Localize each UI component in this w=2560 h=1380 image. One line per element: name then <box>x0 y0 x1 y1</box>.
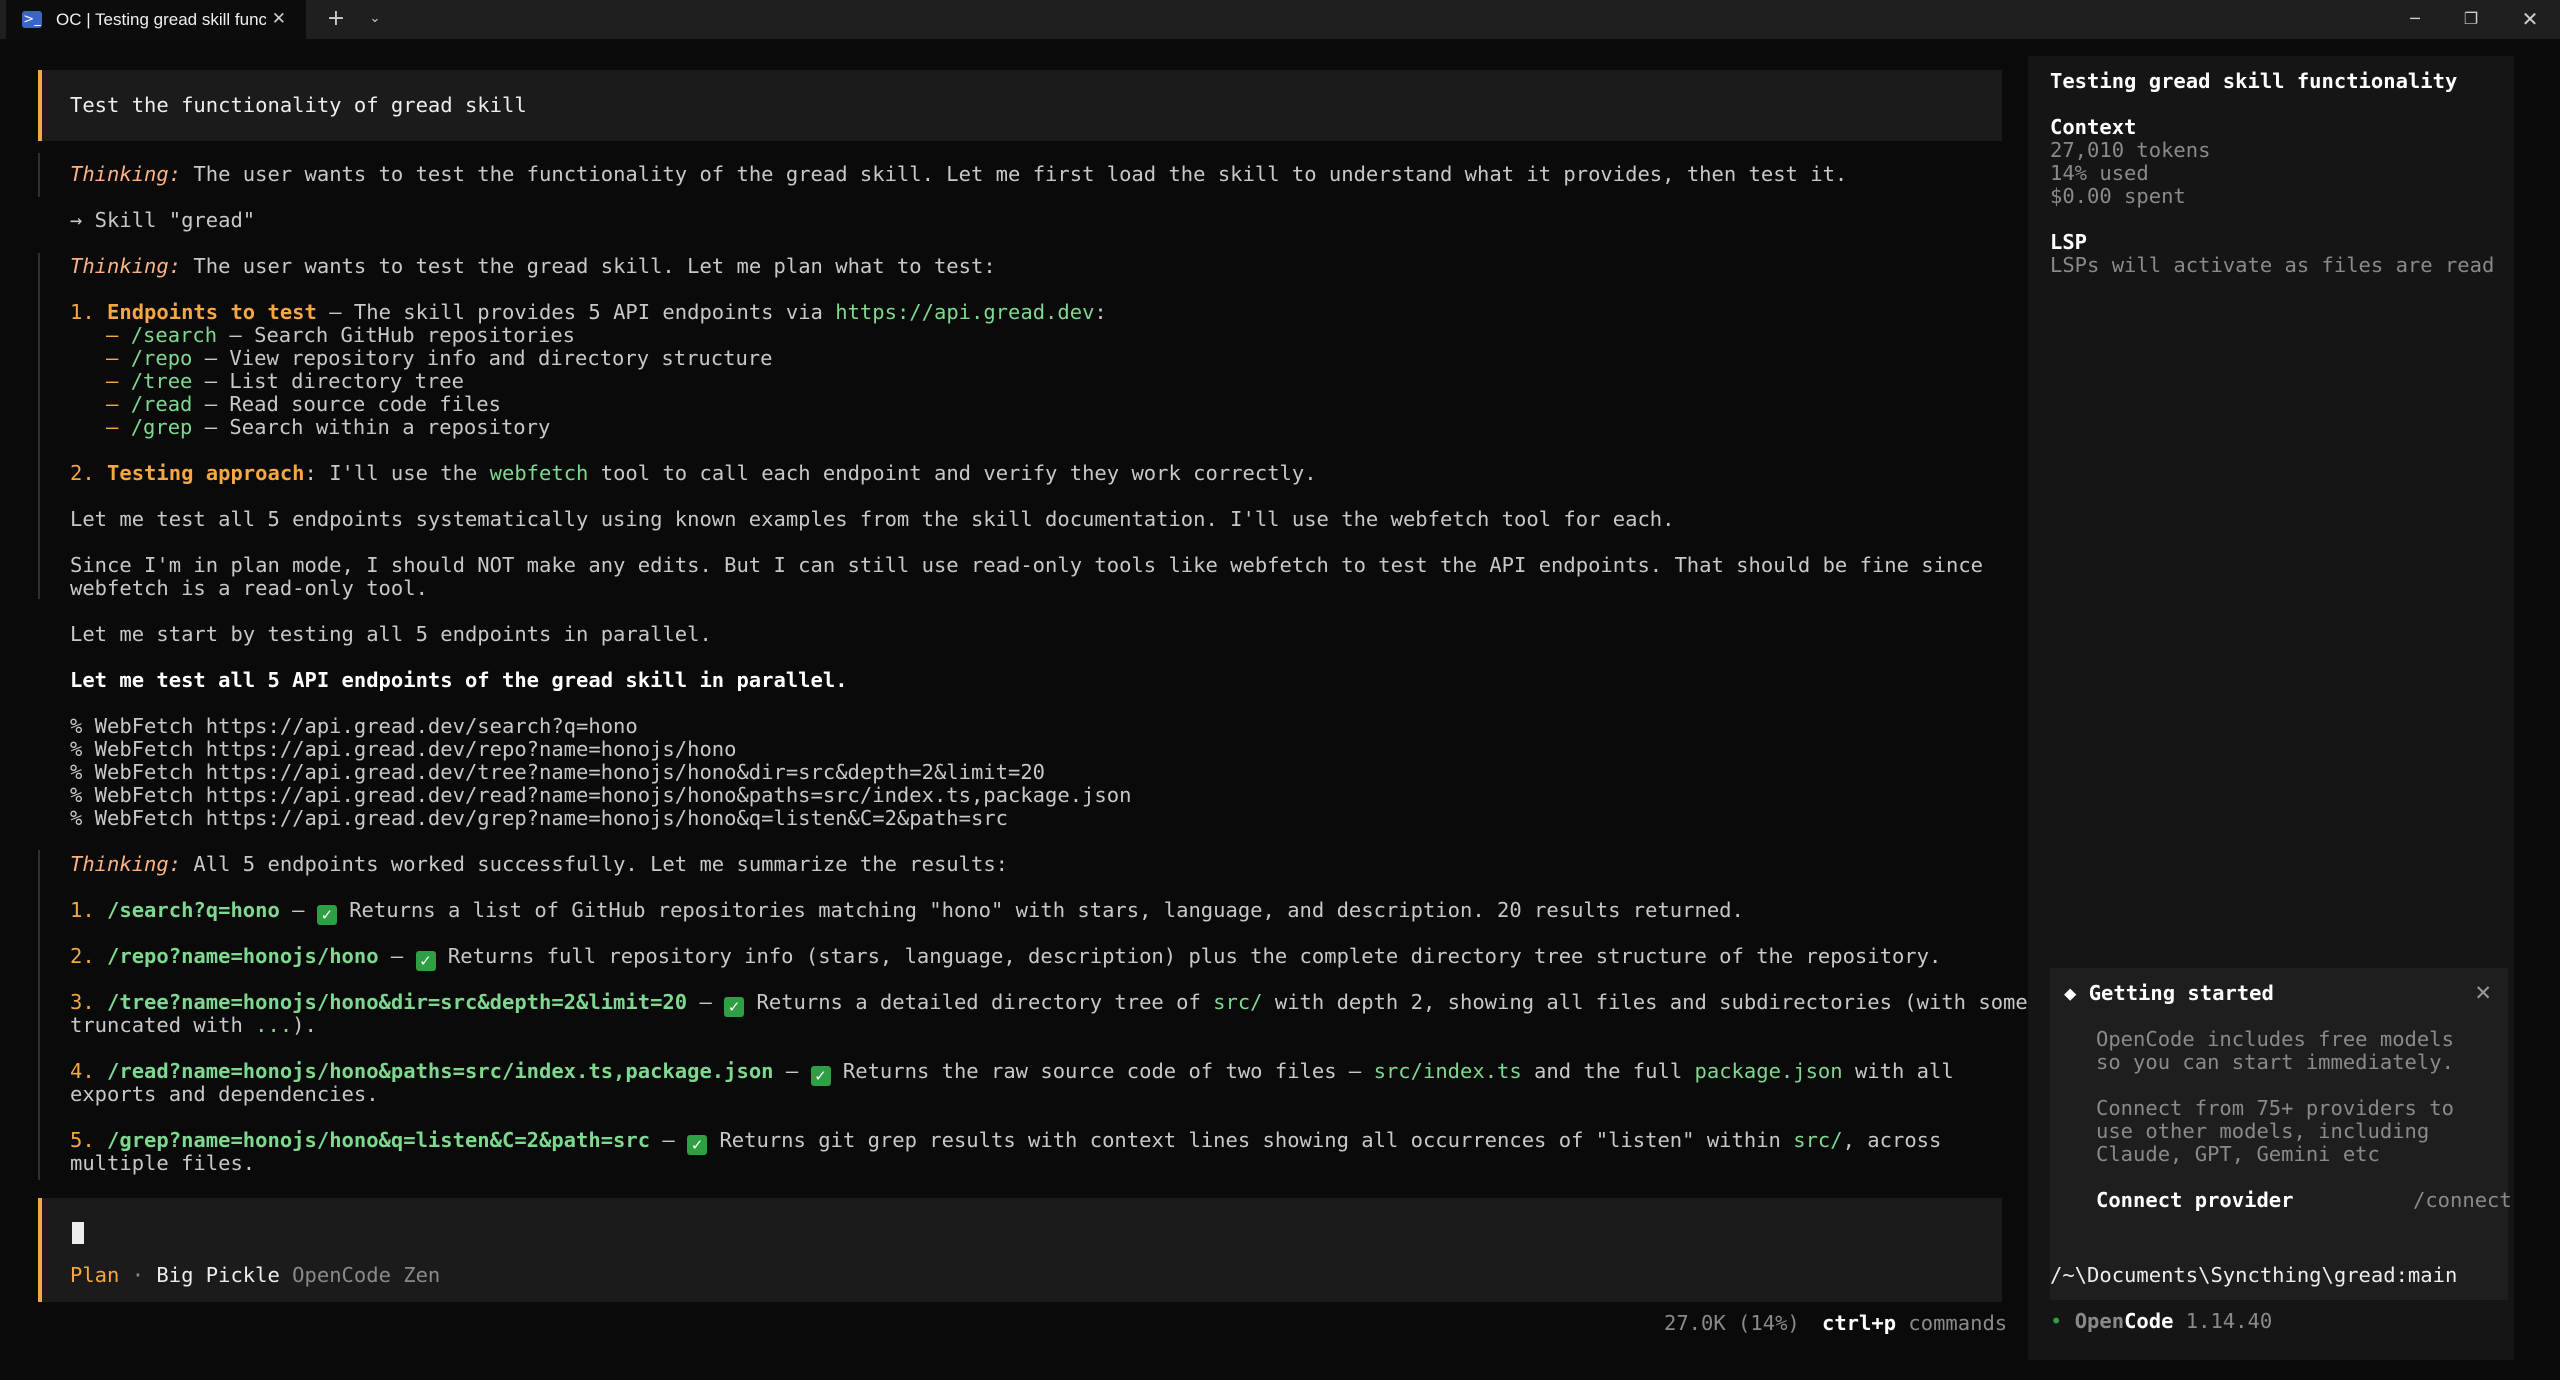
window-titlebar: >_ OC | Testing gread skill functio ✕ + … <box>0 0 2560 39</box>
model-name[interactable]: Big Pickle <box>156 1263 279 1287</box>
thinking-block: Thinking: The user wants to test the gre… <box>70 254 996 278</box>
message-input[interactable]: Plan · Big Pickle OpenCode Zen <box>38 1198 2002 1302</box>
card-text: Connect from 75+ providers to <box>2096 1096 2454 1120</box>
new-tab-button[interactable]: + <box>318 0 354 39</box>
skill-call[interactable]: → Skill "gread" <box>70 209 255 232</box>
session-sidebar: Testing gread skill functionality Contex… <box>2028 56 2514 1360</box>
card-text: Claude, GPT, Gemini etc <box>2096 1142 2380 1166</box>
endpoint-item: – /tree – List directory tree <box>106 369 464 393</box>
result-item-5: 5. /grep?name=honojs/hono&q=listen&C=2&p… <box>70 1128 1942 1155</box>
endpoint-item: – /read – Read source code files <box>106 392 501 416</box>
context-heading: Context <box>2050 115 2137 139</box>
close-tab-icon[interactable]: ✕ <box>272 10 286 29</box>
thread-divider <box>38 153 40 197</box>
minimize-button[interactable]: ─ <box>2392 0 2438 39</box>
card-text: use other models, including <box>2096 1119 2430 1143</box>
terminal-tab[interactable]: >_ OC | Testing gread skill functio ✕ <box>6 0 306 39</box>
card-text: so you can start immediately. <box>2096 1050 2454 1074</box>
checkmark-icon: ✓ <box>810 1066 831 1086</box>
result-item-2: 2. /repo?name=honojs/hono – ✓ Returns fu… <box>70 944 1942 971</box>
diamond-icon: ◆ <box>2064 981 2077 1005</box>
mode-row: Plan · Big Pickle OpenCode Zen <box>70 1263 441 1287</box>
token-usage: 27.0K (14%) <box>1664 1311 1800 1335</box>
checkmark-icon: ✓ <box>316 905 337 925</box>
terminal-icon: >_ <box>22 11 42 28</box>
checkmark-icon: ✓ <box>724 997 745 1017</box>
thinking-paragraph: Let me test all 5 endpoints systematical… <box>70 507 1675 531</box>
webfetch-call[interactable]: % WebFetch https://api.gread.dev/read?na… <box>70 784 1131 807</box>
thinking-block: Thinking: The user wants to test the fun… <box>70 162 1848 186</box>
checkmark-icon: ✓ <box>415 951 436 971</box>
lsp-heading: LSP <box>2050 230 2088 254</box>
webfetch-call[interactable]: % WebFetch https://api.gread.dev/search?… <box>70 715 638 738</box>
version-info: • OpenCode 1.14.40 <box>2050 1309 2273 1333</box>
close-card-icon[interactable]: ✕ <box>2474 982 2492 1005</box>
getting-started-title: ◆ Getting started <box>2064 981 2274 1005</box>
webfetch-call[interactable]: % WebFetch https://api.gread.dev/grep?na… <box>70 807 1008 830</box>
context-used: 14% used <box>2050 161 2149 185</box>
result-item-5-cont: multiple files. <box>70 1151 256 1175</box>
plan-item-2: 2. Testing approach: I'll use the webfet… <box>70 461 1317 485</box>
thinking-paragraph: Let me start by testing all 5 endpoints … <box>70 622 712 646</box>
result-item-1: 1. /search?q=hono – ✓ Returns a list of … <box>70 898 1744 925</box>
user-prompt: Test the functionality of gread skill <box>38 70 2002 141</box>
text-cursor <box>72 1222 84 1244</box>
endpoint-item: – /search – Search GitHub repositories <box>106 323 576 347</box>
agent-mode[interactable]: Plan <box>70 1263 119 1287</box>
connect-command: /connect <box>2413 1188 2512 1212</box>
endpoint-item: – /grep – Search within a repository <box>106 415 551 439</box>
window-close-button[interactable]: ✕ <box>2504 0 2556 39</box>
thinking-paragraph: Since I'm in plan mode, I should NOT mak… <box>70 553 1984 577</box>
status-dot-icon: • <box>2050 1309 2063 1333</box>
webfetch-call[interactable]: % WebFetch https://api.gread.dev/repo?na… <box>70 738 736 761</box>
card-text: OpenCode includes free models <box>2096 1027 2454 1051</box>
result-item-3: 3. /tree?name=honojs/hono&dir=src&depth=… <box>70 990 2028 1017</box>
context-tokens: 27,010 tokens <box>2050 138 2211 162</box>
result-item-4-cont: exports and dependencies. <box>70 1082 379 1106</box>
thread-divider <box>38 850 40 1180</box>
thinking-paragraph: webfetch is a read-only tool. <box>70 576 428 600</box>
assistant-message: Let me test all 5 API endpoints of the g… <box>70 668 848 692</box>
thread-divider <box>38 253 40 599</box>
api-link[interactable]: https://api.gread.dev <box>835 300 1094 324</box>
checkmark-icon: ✓ <box>687 1135 708 1155</box>
provider-name: OpenCode Zen <box>279 1263 441 1287</box>
thinking-label: Thinking: <box>70 162 182 186</box>
endpoint-item: – /repo – View repository info and direc… <box>106 346 773 370</box>
result-item-3-cont: truncated with ...). <box>70 1013 317 1037</box>
connect-provider-button[interactable]: Connect provider <box>2096 1189 2293 1212</box>
commands-hint[interactable]: ctrl+p commands <box>1822 1312 2007 1335</box>
workspace-path: /~\Documents\Syncthing\gread:main <box>2050 1263 2458 1287</box>
tab-dropdown-icon[interactable]: ⌄ <box>358 0 392 39</box>
lsp-status: LSPs will activate as files are read <box>2050 253 2495 277</box>
tab-title: OC | Testing gread skill functio <box>56 10 266 29</box>
thinking-block: Thinking: All 5 endpoints worked success… <box>70 852 1009 876</box>
plan-item-1: 1. Endpoints to test – The skill provide… <box>70 300 1107 324</box>
webfetch-call[interactable]: % WebFetch https://api.gread.dev/tree?na… <box>70 761 1045 784</box>
maximize-button[interactable]: ❐ <box>2448 0 2494 39</box>
getting-started-card: ◆ Getting started ✕ OpenCode includes fr… <box>2050 968 2512 1300</box>
context-spent: $0.00 spent <box>2050 184 2186 208</box>
status-bar: 27.0K (14%) <box>1664 1312 1800 1335</box>
session-title: Testing gread skill functionality <box>2050 69 2458 93</box>
